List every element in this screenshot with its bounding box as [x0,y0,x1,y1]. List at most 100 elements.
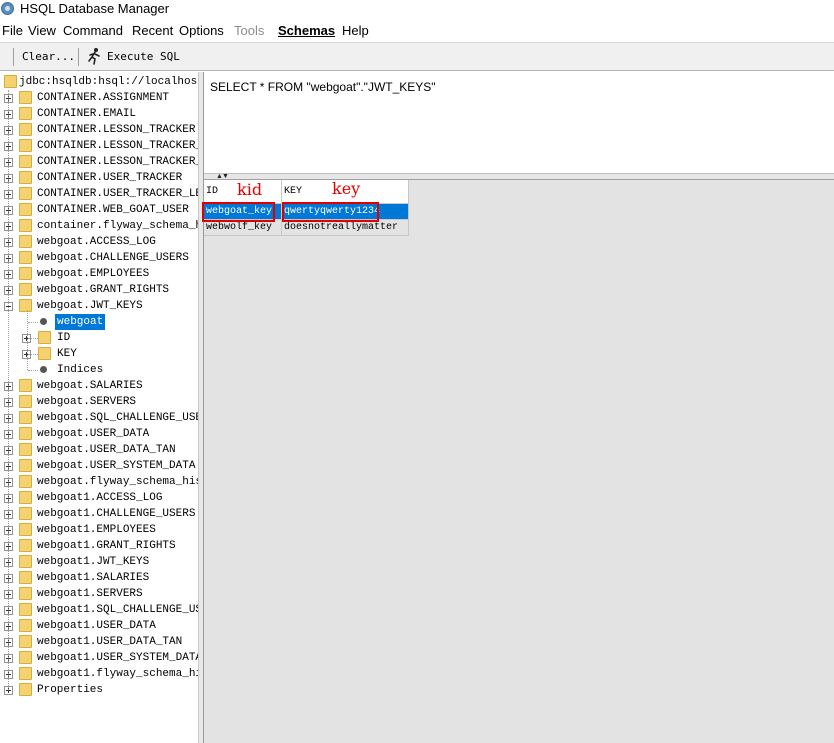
tree-item-label: webgoat.SQL_CHALLENGE_USERS [37,412,198,424]
tree-item[interactable]: container.flyway_schema_his [0,218,198,234]
tree-item-label: webgoat1.USER_DATA_TAN [37,636,183,648]
app-icon [1,2,14,15]
tree-item[interactable]: webgoat1.EMPLOYEES [0,522,198,538]
tree-item[interactable]: webgoat1.USER_SYSTEM_DATA [0,650,198,666]
folder-icon [19,251,32,264]
tree-schema-label: webgoat [55,314,106,330]
tree-column-label: ID [57,332,71,344]
menu-tools[interactable]: Tools [234,23,264,38]
menu-help[interactable]: Help [342,23,369,38]
tree-item[interactable]: webgoat.CHALLENGE_USERS [0,250,198,266]
menu-schemas[interactable]: Schemas [278,23,335,38]
annotation-kid-box [202,202,275,222]
tree-item-label: webgoat1.CHALLENGE_USERS [37,508,196,520]
tree-item[interactable]: webgoat1.JWT_KEYS [0,554,198,570]
tree-item[interactable]: webgoat1.USER_DATA [0,618,198,634]
tree-item-label: CONTAINER.EMAIL [37,108,137,120]
folder-icon [19,267,32,280]
tree-item[interactable]: webgoat1.CHALLENGE_USERS [0,506,198,522]
tree-item-label: webgoat.CHALLENGE_USERS [37,252,189,264]
tree-item-label: Properties [37,684,104,696]
tree-column-label: KEY [57,348,77,360]
folder-icon [19,123,32,136]
menu-command[interactable]: Command [63,23,123,38]
tree-item[interactable]: webgoat.SERVERS [0,394,198,410]
tree-item[interactable]: webgoat1.ACCESS_LOG [0,490,198,506]
tree-item[interactable]: webgoat.GRANT_RIGHTS [0,282,198,298]
collapse-down-icon[interactable]: ▼ [222,173,229,180]
tree-item-label: webgoat1.ACCESS_LOG [37,492,163,504]
tree-item-label: webgoat1.SALARIES [37,572,150,584]
tree-item[interactable]: webgoat1.SERVERS [0,586,198,602]
menu-recent[interactable]: Recent [132,23,173,38]
folder-icon [19,107,32,120]
results-panel: ID KEY webgoat_key qwertyqwerty1234 webw… [202,179,834,743]
sql-editor[interactable]: SELECT * FROM "webgoat"."JWT_KEYS" [204,72,834,174]
tree-item[interactable]: CONTAINER.LESSON_TRACKER_SC [0,154,198,170]
clear-button[interactable]: Clear... [22,47,75,67]
folder-icon [4,75,17,88]
tree-item[interactable]: webgoat1.USER_DATA_TAN [0,634,198,650]
folder-icon [19,651,32,664]
tree-item[interactable]: webgoat1.SQL_CHALLENGE_USER [0,602,198,618]
window-title: HSQL Database Manager [20,1,170,16]
tree-item-label: webgoat1.flyway_schema_hist [37,668,198,680]
folder-icon [19,635,32,648]
folder-icon [19,203,32,216]
tree-item[interactable]: CONTAINER.LESSON_TRACKER_AL [0,138,198,154]
tree-item[interactable]: webgoat1.flyway_schema_hist [0,666,198,682]
execute-sql-button[interactable]: Execute SQL [107,47,180,67]
tree-root[interactable]: jdbc:hsqldb:hsql://localhost:9 [0,74,198,90]
folder-icon [19,283,32,296]
tree-item[interactable]: webgoat1.SALARIES [0,570,198,586]
tree-item-label: webgoat.SALARIES [37,380,143,392]
menu-view[interactable]: View [28,23,56,38]
cell-row1-key[interactable]: doesnotreallymatter [282,220,409,236]
menu-file[interactable]: File [2,23,23,38]
sql-query-text: SELECT * FROM "webgoat"."JWT_KEYS" [210,80,436,94]
tree-item[interactable]: CONTAINER.USER_TRACKER [0,170,198,186]
folder-icon [19,603,32,616]
tree-item[interactable]: webgoat.SQL_CHALLENGE_USERS [0,410,198,426]
schema-tree[interactable]: jdbc:hsqldb:hsql://localhost:9 CONTAINER.… [0,72,198,743]
tree-item-label: CONTAINER.USER_TRACKER [37,172,183,184]
tree-item-label: webgoat1.SERVERS [37,588,143,600]
folder-icon [19,235,32,248]
tree-item-label: webgoat.GRANT_RIGHTS [37,284,170,296]
tree-item[interactable]: webgoat.USER_DATA [0,426,198,442]
tree-item[interactable]: webgoat.JWT_KEYS [0,298,198,314]
tree-item-label: CONTAINER.USER_TRACKER_LESS [37,188,198,200]
node-icon [40,318,47,325]
folder-icon [19,299,32,312]
cell-row1-id[interactable]: webwolf_key [204,220,282,236]
folder-icon [19,187,32,200]
tree-item[interactable]: webgoat.USER_DATA_TAN [0,442,198,458]
tree-item[interactable]: CONTAINER.EMAIL [0,106,198,122]
tree-item[interactable]: webgoat1.GRANT_RIGHTS [0,538,198,554]
tree-item[interactable]: CONTAINER.WEB_GOAT_USER [0,202,198,218]
tree-item[interactable]: CONTAINER.LESSON_TRACKER [0,122,198,138]
folder-icon [19,619,32,632]
menu-bar: File View Command Recent Options Tools S… [0,21,834,41]
tree-item[interactable]: webgoat.SALARIES [0,378,198,394]
tree-item[interactable]: webgoat.flyway_schema_histo [0,474,198,490]
tree-item[interactable]: webgoat.ACCESS_LOG [0,234,198,250]
tree-item[interactable]: CONTAINER.USER_TRACKER_LESS [0,186,198,202]
tree-item[interactable]: Properties [0,682,198,698]
tree-item-label: webgoat1.JWT_KEYS [37,556,150,568]
menu-options[interactable]: Options [179,23,224,38]
tree-item-label: webgoat.EMPLOYEES [37,268,150,280]
tree-item-label: webgoat1.EMPLOYEES [37,524,156,536]
tree-item[interactable]: webgoat.EMPLOYEES [0,266,198,282]
tree-item-label: webgoat1.USER_SYSTEM_DATA [37,652,198,664]
run-icon[interactable] [86,47,102,65]
tree-item[interactable]: CONTAINER.ASSIGNMENT [0,90,198,106]
folder-icon [19,459,32,472]
folder-icon [19,219,32,232]
annotation-kid-label: kid [237,180,263,199]
folder-icon [19,491,32,504]
tree-item-label: webgoat1.USER_DATA [37,620,156,632]
tree-item-label: webgoat1.GRANT_RIGHTS [37,540,176,552]
folder-icon [19,523,32,536]
tree-item[interactable]: webgoat.USER_SYSTEM_DATA [0,458,198,474]
